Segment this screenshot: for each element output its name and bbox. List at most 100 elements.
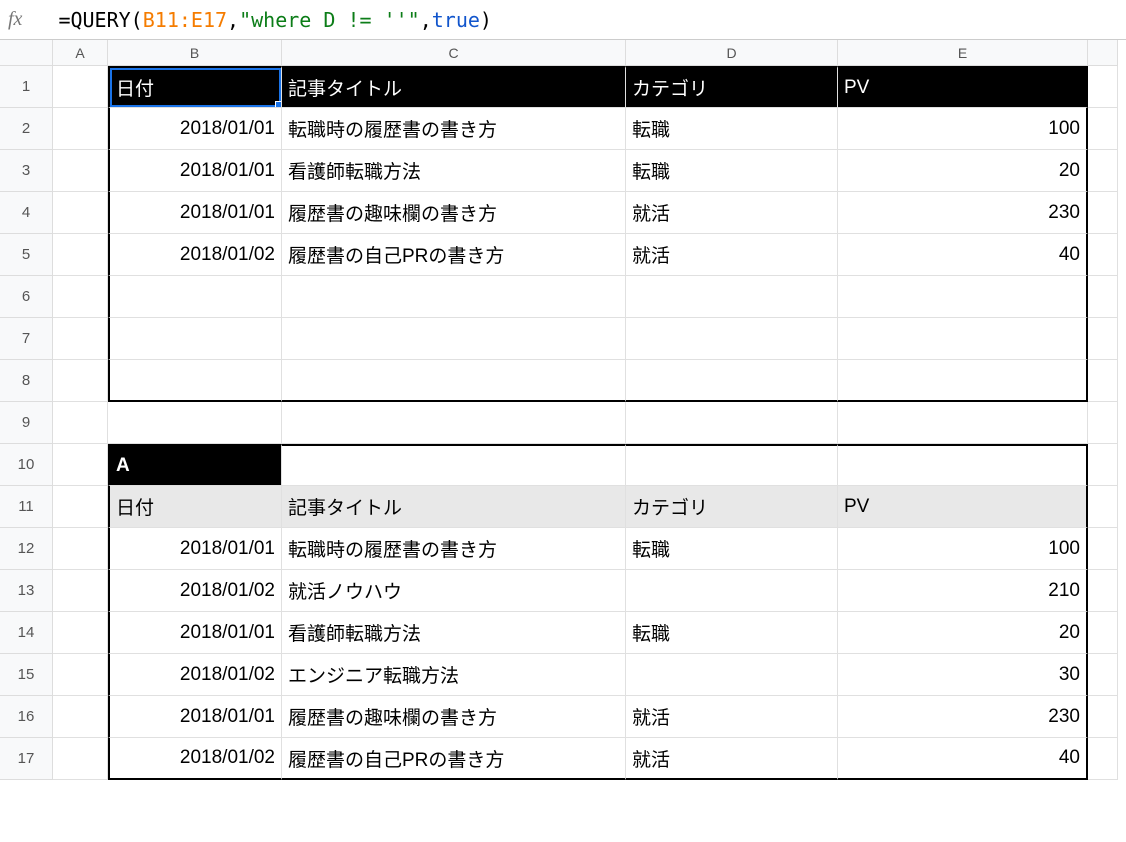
cell-F1[interactable] <box>1088 66 1118 108</box>
cell-F12[interactable] <box>1088 528 1118 570</box>
row-header-12[interactable]: 12 <box>0 528 53 570</box>
row-header-11[interactable]: 11 <box>0 486 53 528</box>
cell-F5[interactable] <box>1088 234 1118 276</box>
cell-C5[interactable]: 履歴書の自己PRの書き方 <box>282 234 626 276</box>
cell-B8[interactable] <box>108 360 282 402</box>
cell-E4[interactable]: 230 <box>838 192 1088 234</box>
cell-B11[interactable]: 日付 <box>108 486 282 528</box>
cell-E9[interactable] <box>838 402 1088 444</box>
cell-E14[interactable]: 20 <box>838 612 1088 654</box>
cell-E3[interactable]: 20 <box>838 150 1088 192</box>
col-header-a[interactable]: A <box>53 40 108 66</box>
cell-E12[interactable]: 100 <box>838 528 1088 570</box>
cell-A12[interactable] <box>53 528 108 570</box>
cell-C13[interactable]: 就活ノウハウ <box>282 570 626 612</box>
cell-D5[interactable]: 就活 <box>626 234 838 276</box>
cell-B16[interactable]: 2018/01/01 <box>108 696 282 738</box>
cell-B7[interactable] <box>108 318 282 360</box>
col-header-c[interactable]: C <box>282 40 626 66</box>
cell-C17[interactable]: 履歴書の自己PRの書き方 <box>282 738 626 780</box>
cell-F9[interactable] <box>1088 402 1118 444</box>
row-header-8[interactable]: 8 <box>0 360 53 402</box>
cell-D4[interactable]: 就活 <box>626 192 838 234</box>
cell-D8[interactable] <box>626 360 838 402</box>
cell-A3[interactable] <box>53 150 108 192</box>
row-header-15[interactable]: 15 <box>0 654 53 696</box>
cell-A7[interactable] <box>53 318 108 360</box>
cell-C10[interactable] <box>282 444 626 486</box>
cell-A4[interactable] <box>53 192 108 234</box>
cell-E15[interactable]: 30 <box>838 654 1088 696</box>
cell-B9[interactable] <box>108 402 282 444</box>
col-header-e[interactable]: E <box>838 40 1088 66</box>
cell-F10[interactable] <box>1088 444 1118 486</box>
col-header-b[interactable]: B <box>108 40 282 66</box>
cell-C14[interactable]: 看護師転職方法 <box>282 612 626 654</box>
cell-C2[interactable]: 転職時の履歴書の書き方 <box>282 108 626 150</box>
cell-A2[interactable] <box>53 108 108 150</box>
cell-D6[interactable] <box>626 276 838 318</box>
cell-B17[interactable]: 2018/01/02 <box>108 738 282 780</box>
cell-E13[interactable]: 210 <box>838 570 1088 612</box>
cell-F14[interactable] <box>1088 612 1118 654</box>
cell-A5[interactable] <box>53 234 108 276</box>
cell-B1[interactable]: 日付 <box>108 66 282 108</box>
cell-B12[interactable]: 2018/01/01 <box>108 528 282 570</box>
cell-F17[interactable] <box>1088 738 1118 780</box>
cell-E11[interactable]: PV <box>838 486 1088 528</box>
cell-A1[interactable] <box>53 66 108 108</box>
row-header-3[interactable]: 3 <box>0 150 53 192</box>
cell-F4[interactable] <box>1088 192 1118 234</box>
cell-A13[interactable] <box>53 570 108 612</box>
cell-D14[interactable]: 転職 <box>626 612 838 654</box>
cell-D7[interactable] <box>626 318 838 360</box>
cell-F7[interactable] <box>1088 318 1118 360</box>
col-header-blank[interactable] <box>1088 40 1118 66</box>
row-header-17[interactable]: 17 <box>0 738 53 780</box>
row-header-7[interactable]: 7 <box>0 318 53 360</box>
row-header-16[interactable]: 16 <box>0 696 53 738</box>
cell-D1[interactable]: カテゴリ <box>626 66 838 108</box>
cell-A14[interactable] <box>53 612 108 654</box>
cell-E2[interactable]: 100 <box>838 108 1088 150</box>
cell-A9[interactable] <box>53 402 108 444</box>
cell-F3[interactable] <box>1088 150 1118 192</box>
row-header-9[interactable]: 9 <box>0 402 53 444</box>
cell-A11[interactable] <box>53 486 108 528</box>
cell-F2[interactable] <box>1088 108 1118 150</box>
row-header-1[interactable]: 1 <box>0 66 53 108</box>
cell-E10[interactable] <box>838 444 1088 486</box>
cell-C16[interactable]: 履歴書の趣味欄の書き方 <box>282 696 626 738</box>
cell-D9[interactable] <box>626 402 838 444</box>
cell-C4[interactable]: 履歴書の趣味欄の書き方 <box>282 192 626 234</box>
cell-C7[interactable] <box>282 318 626 360</box>
cell-A10[interactable] <box>53 444 108 486</box>
cell-A15[interactable] <box>53 654 108 696</box>
cell-D12[interactable]: 転職 <box>626 528 838 570</box>
cell-A17[interactable] <box>53 738 108 780</box>
cell-C1[interactable]: 記事タイトル <box>282 66 626 108</box>
cell-E5[interactable]: 40 <box>838 234 1088 276</box>
row-header-5[interactable]: 5 <box>0 234 53 276</box>
cell-F11[interactable] <box>1088 486 1118 528</box>
cell-B3[interactable]: 2018/01/01 <box>108 150 282 192</box>
row-header-6[interactable]: 6 <box>0 276 53 318</box>
cell-B5[interactable]: 2018/01/02 <box>108 234 282 276</box>
row-header-14[interactable]: 14 <box>0 612 53 654</box>
row-header-4[interactable]: 4 <box>0 192 53 234</box>
cell-C12[interactable]: 転職時の履歴書の書き方 <box>282 528 626 570</box>
cell-C6[interactable] <box>282 276 626 318</box>
row-header-13[interactable]: 13 <box>0 570 53 612</box>
cell-B13[interactable]: 2018/01/02 <box>108 570 282 612</box>
cell-E1[interactable]: PV <box>838 66 1088 108</box>
spreadsheet-grid[interactable]: A B C D E 1 日付 記事タイトル カテゴリ PV 2 2018/01/… <box>0 40 1126 780</box>
cell-E16[interactable]: 230 <box>838 696 1088 738</box>
cell-A8[interactable] <box>53 360 108 402</box>
cell-D15[interactable] <box>626 654 838 696</box>
formula-input[interactable]: =QUERY(B11:E17,"where D != ''",true) <box>58 8 1118 32</box>
cell-F8[interactable] <box>1088 360 1118 402</box>
row-header-2[interactable]: 2 <box>0 108 53 150</box>
row-header-10[interactable]: 10 <box>0 444 53 486</box>
cell-D13[interactable] <box>626 570 838 612</box>
cell-F13[interactable] <box>1088 570 1118 612</box>
